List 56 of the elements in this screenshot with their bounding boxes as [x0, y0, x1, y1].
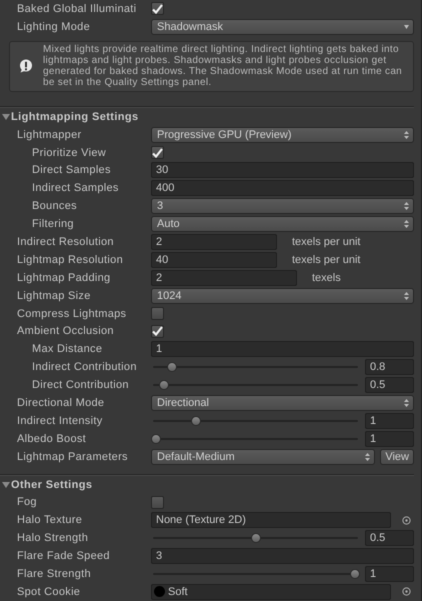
dropdown[interactable]: Default-Medium: [151, 448, 376, 465]
field-label: Lighting Mode: [16, 20, 92, 33]
object-field[interactable]: None (Texture 2D): [151, 512, 391, 528]
section-title: Other Settings: [11, 479, 92, 492]
field-label: Albedo Boost: [16, 432, 88, 445]
field-label: Compress Lightmaps: [16, 308, 128, 320]
value-field[interactable]: 0.5: [365, 530, 414, 546]
field-label: Indirect Samples: [31, 182, 120, 194]
input-field[interactable]: 40: [151, 252, 277, 268]
dropdown[interactable]: 3: [151, 198, 414, 214]
field-label: Lightmapper: [16, 128, 82, 141]
input-field[interactable]: 30: [151, 162, 414, 178]
field-label: Lightmap Parameters: [16, 450, 129, 463]
field-label: Flare Fade Speed: [16, 550, 111, 562]
field-label: Max Distance: [31, 343, 104, 356]
field-label: Filtering: [31, 218, 75, 230]
input-field[interactable]: 2: [151, 270, 297, 286]
dropdown[interactable]: Shadowmask: [151, 18, 414, 35]
view-button[interactable]: View: [380, 448, 414, 465]
field-label: Ambient Occlusion: [16, 325, 115, 338]
input-field[interactable]: 2: [151, 234, 277, 250]
input-field[interactable]: 400: [151, 180, 414, 196]
field-label: Bounces: [31, 200, 78, 212]
help-text: Mixed lights provide realtime direct lighting. Indirect lighting gets baked into lightmaps and light probes. Shadowmasks and light probes occlusion get generated for baked shadows. The Shadowmask Mode used at run time can be set in the Quality Settings panel.: [43, 44, 404, 88]
field-label: Flare Strength: [16, 568, 92, 580]
field-label: Fog: [16, 496, 38, 508]
value-field[interactable]: 0.5: [365, 377, 414, 394]
object-field[interactable]: Soft: [151, 584, 391, 600]
unit-label: texels per unit: [291, 254, 362, 266]
field-label: Halo Texture: [16, 514, 84, 526]
field-label: Prioritize View: [31, 146, 107, 159]
field-label: Lightmap Resolution: [16, 254, 124, 266]
field-label: Baked Global Illuminati: [16, 2, 138, 15]
value-field[interactable]: 1: [365, 430, 414, 447]
field-label: Halo Strength: [16, 532, 90, 544]
field-label: Spot Cookie: [16, 586, 82, 598]
dropdown[interactable]: Auto: [151, 216, 414, 232]
input-field[interactable]: 3: [151, 548, 414, 564]
section-title: Lightmapping Settings: [11, 111, 139, 124]
unit-label: texels: [311, 272, 342, 284]
input-field[interactable]: 1: [151, 341, 414, 358]
field-label: Direct Contribution: [31, 379, 130, 392]
unit-label: texels per unit: [291, 236, 362, 248]
dropdown[interactable]: 1024: [151, 288, 414, 304]
dropdown[interactable]: Directional: [151, 394, 414, 411]
field-label: Indirect Resolution: [16, 236, 115, 248]
value-field[interactable]: 1: [365, 566, 414, 582]
field-label: Indirect Intensity: [16, 414, 104, 427]
field-label: Direct Samples: [31, 164, 112, 176]
field-label: Lightmap Size: [16, 290, 92, 302]
field-label: Directional Mode: [16, 396, 106, 409]
field-label: Lightmap Padding: [16, 272, 112, 284]
value-field[interactable]: 0.8: [365, 359, 414, 376]
dropdown[interactable]: Progressive GPU (Preview): [151, 126, 414, 143]
field-label: Indirect Contribution: [31, 361, 138, 374]
value-field[interactable]: 1: [365, 412, 414, 429]
